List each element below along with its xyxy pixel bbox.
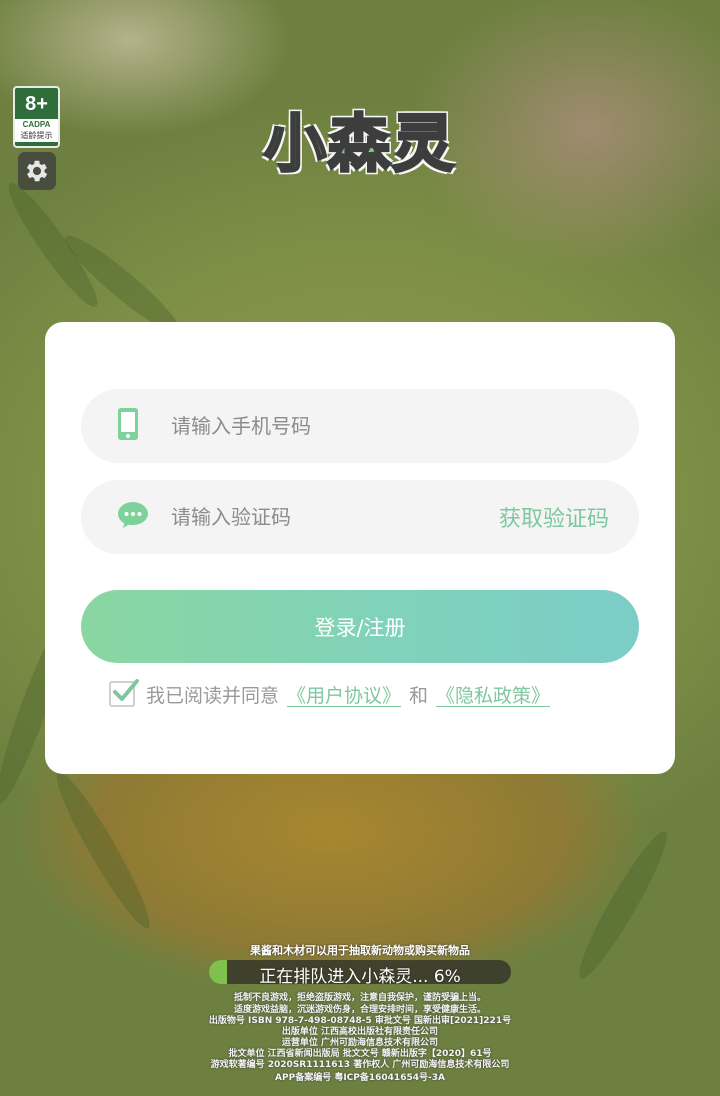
agree-text: 我已阅读并同意 (146, 684, 280, 707)
checkmark-icon (113, 679, 139, 701)
code-field: 获取验证码 (81, 480, 639, 554)
background-leaf (46, 765, 160, 935)
login-card: 获取验证码 登录/注册 我已阅读并同意 《用户协议》 和 《隐私政策》 (45, 322, 675, 774)
phone-icon (117, 407, 139, 445)
message-icon (117, 501, 149, 533)
loading-tip: 果酱和木材可以用于抽取新动物或购买新物品 (250, 944, 470, 957)
legal-line: APP备案编号 粤ICP备16041654号-3A (275, 1073, 445, 1083)
get-code-button[interactable]: 获取验证码 (499, 501, 609, 533)
phone-field (81, 389, 639, 463)
user-agreement-link[interactable]: 《用户协议》 (287, 681, 401, 708)
privacy-policy-link[interactable]: 《隐私政策》 (436, 681, 550, 708)
loading-status: 正在排队进入小森灵... 6% (259, 967, 461, 987)
phone-input[interactable] (171, 389, 471, 463)
age-rating-tip: 适龄提示 (15, 130, 58, 142)
age-rating-value: 8+ (25, 93, 48, 115)
game-logo: 小森灵 (262, 106, 456, 182)
code-input[interactable] (171, 480, 471, 554)
age-rating-org: CADPA (15, 119, 58, 130)
agree-checkbox[interactable] (109, 679, 139, 707)
agreement-row: 我已阅读并同意 《用户协议》 和 《隐私政策》 (109, 678, 550, 710)
gear-icon (26, 160, 48, 182)
age-rating-badge: 8+ CADPA 适龄提示 (13, 86, 60, 148)
settings-button[interactable] (18, 152, 56, 190)
and-text: 和 (409, 684, 429, 707)
login-register-button[interactable]: 登录/注册 (81, 590, 639, 663)
legal-line: 游戏软著编号 2020SR1111613 著作权人 广州可励海信息技术有限公司 (210, 1060, 510, 1070)
